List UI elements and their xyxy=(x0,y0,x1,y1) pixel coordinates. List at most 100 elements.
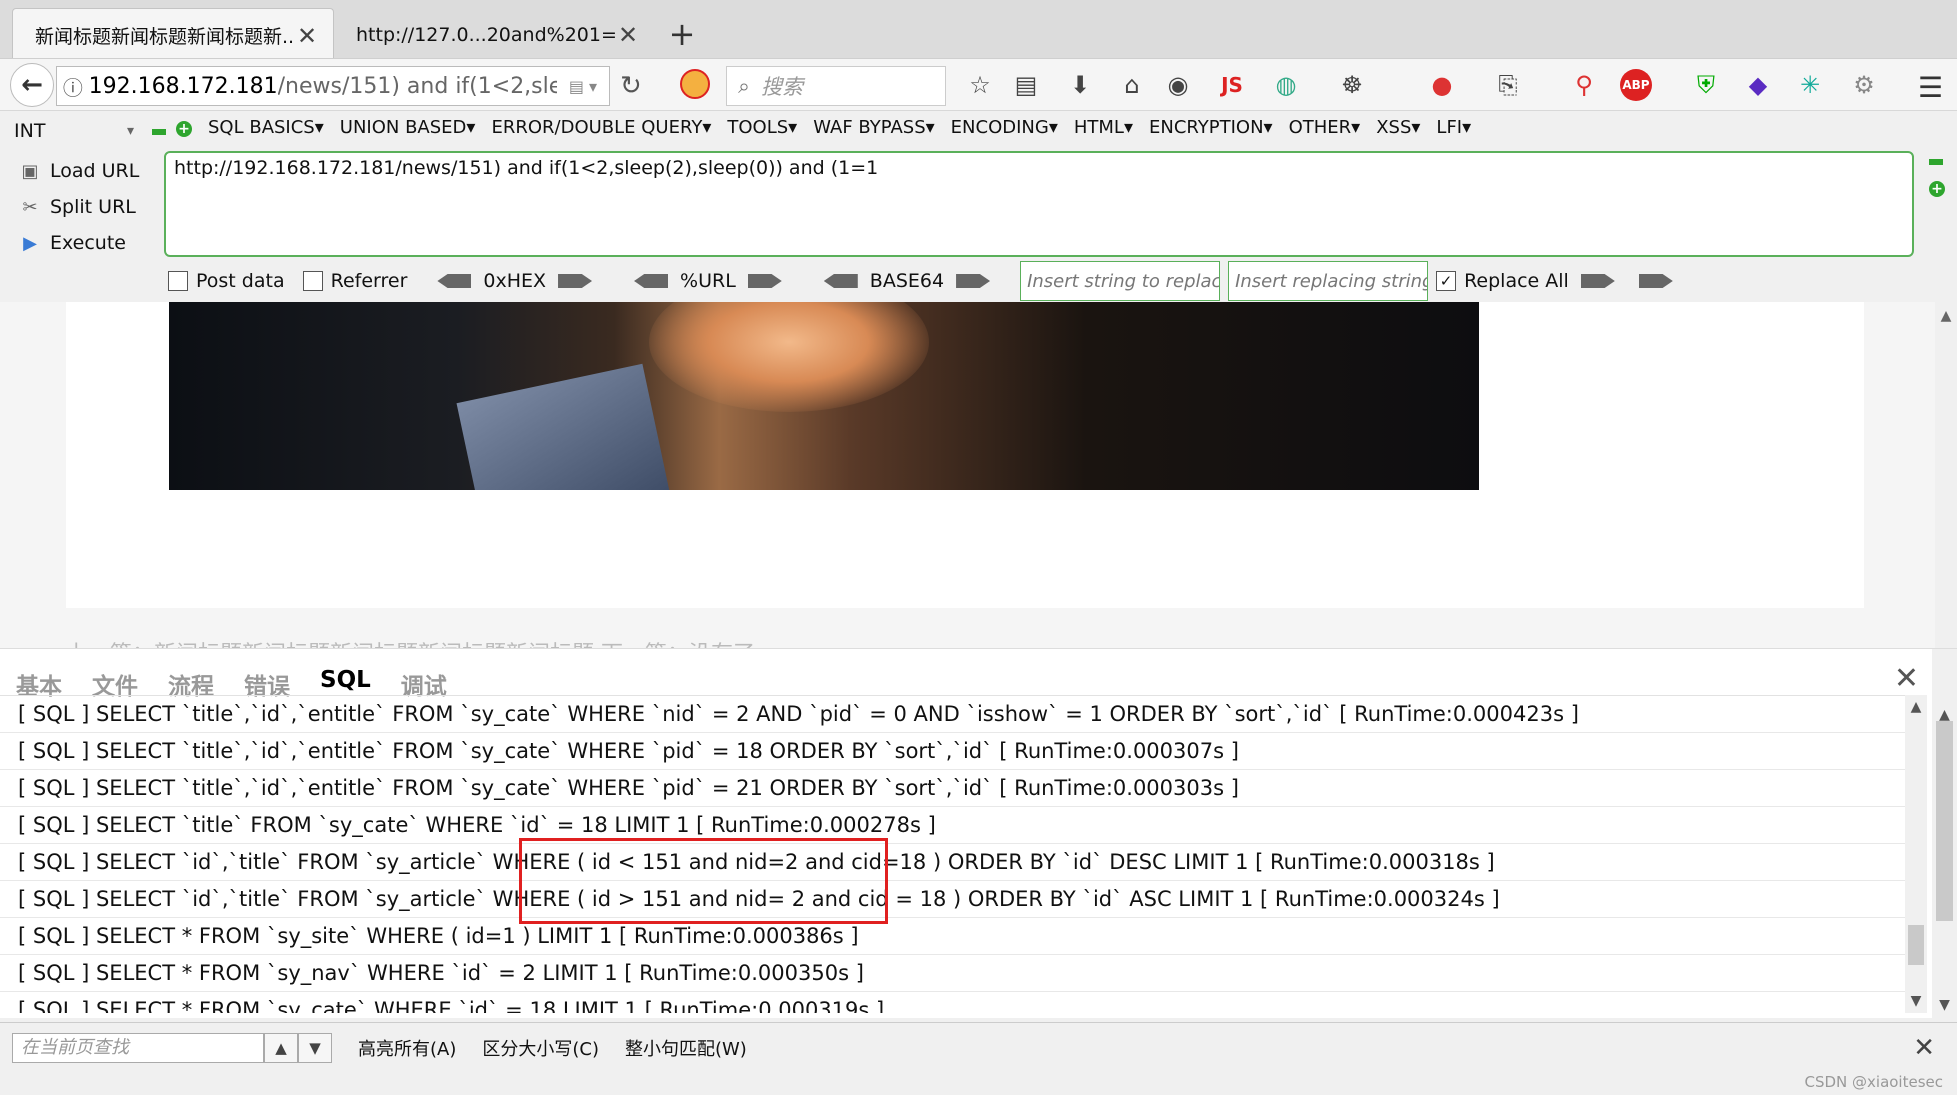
browser-window: 新闻标题新闻标题新闻标题新... ✕ http://127.0...20and%… xyxy=(0,0,1957,1095)
palette-icon[interactable]: ☸ xyxy=(1336,69,1368,101)
menu-html[interactable]: HTML▾ xyxy=(1074,117,1133,138)
back-button[interactable]: ← xyxy=(10,63,54,107)
tab-close-icon[interactable]: ✕ xyxy=(295,22,319,50)
hackbar-menu: SQL BASICS▾ UNION BASED▾ ERROR/DOUBLE QU… xyxy=(208,117,1487,138)
replace-all-checkbox[interactable]: ✓ Replace All xyxy=(1436,270,1685,292)
hex-encode-arrow-icon[interactable] xyxy=(558,274,593,288)
gear-icon[interactable]: ⚙ xyxy=(1848,69,1880,101)
find-next-button[interactable]: ▼ xyxy=(298,1032,332,1063)
zoom-icon[interactable]: ⚲ xyxy=(1568,69,1600,101)
url-encode-arrow-icon[interactable] xyxy=(747,274,782,288)
article-card xyxy=(66,302,1864,608)
chevron-down-icon: ▾ xyxy=(126,123,134,139)
home-icon[interactable]: ⌂ xyxy=(1116,69,1148,101)
tab-strip: 新闻标题新闻标题新闻标题新... ✕ http://127.0...20and%… xyxy=(0,0,1957,62)
checkbox-box[interactable] xyxy=(302,271,323,291)
menu-xss[interactable]: XSS▾ xyxy=(1376,117,1420,138)
expand-icon[interactable]: + xyxy=(1929,181,1945,197)
reading-list-icon[interactable]: ▤ xyxy=(1010,69,1042,101)
replace-right-arrow-icon[interactable] xyxy=(1580,274,1615,288)
base64-encode-arrow-icon[interactable] xyxy=(956,274,991,288)
tab-news[interactable]: 新闻标题新闻标题新闻标题新... ✕ xyxy=(12,8,334,62)
scroll-up-icon[interactable]: ▲ xyxy=(1905,699,1927,715)
menu-encryption[interactable]: ENCRYPTION▾ xyxy=(1149,117,1273,138)
hero-sleeve xyxy=(456,363,672,490)
scroll-thumb[interactable] xyxy=(1936,721,1953,921)
checkbox-box[interactable] xyxy=(168,271,188,291)
menu-union-based[interactable]: UNION BASED▾ xyxy=(340,117,476,138)
scroll-down-icon[interactable]: ▼ xyxy=(1905,993,1927,1009)
base64-decode-arrow-icon[interactable] xyxy=(823,274,858,288)
hex-decode-arrow-icon[interactable] xyxy=(437,274,472,288)
post-data-checkbox[interactable]: Post data xyxy=(168,270,285,292)
article-pagination[interactable]: 上一篇：新闻标题新闻标题新闻标题新闻标题新闻标题 下一篇：没有了 xyxy=(66,636,755,648)
page-outer-scrollbar[interactable]: ▲ ▼ xyxy=(1932,649,1957,1019)
hamburger-menu-icon[interactable]: ☰ xyxy=(1918,71,1943,104)
replace-string-input[interactable]: Insert string to replace xyxy=(1020,261,1221,301)
checkbox-checked[interactable]: ✓ xyxy=(1436,271,1457,291)
trace-close-icon[interactable]: ✕ xyxy=(1894,661,1919,696)
menu-tools[interactable]: TOOLS▾ xyxy=(727,117,797,138)
menu-sql-basics[interactable]: SQL BASICS▾ xyxy=(208,117,324,138)
extension-globe-icon[interactable]: ◍ xyxy=(1270,69,1302,101)
extension-red-icon[interactable]: ● xyxy=(1426,69,1458,101)
execute-button[interactable]: ▶ Execute xyxy=(10,225,160,261)
find-close-icon[interactable]: ✕ xyxy=(1913,1033,1935,1063)
split-url-button[interactable]: ✂ Split URL xyxy=(10,189,160,225)
download-icon[interactable]: ⬇ xyxy=(1064,69,1096,101)
match-case-button[interactable]: 区分大小写(C) xyxy=(482,1035,599,1061)
extension-arrow-icon[interactable]: ✳ xyxy=(1794,69,1826,101)
replace-left-arrow-icon[interactable] xyxy=(1638,274,1673,288)
menu-other[interactable]: OTHER▾ xyxy=(1289,117,1361,138)
shield-icon[interactable]: ⛨ xyxy=(1690,69,1722,101)
find-bar: 在当前页查找 ▲ ▼ 高亮所有(A) 区分大小写(C) 整小句匹配(W) ✕ xyxy=(0,1022,1957,1072)
info-icon[interactable]: ⓘ xyxy=(57,72,89,101)
load-url-button[interactable]: ▣ Load URL xyxy=(10,153,160,189)
scroll-up-icon[interactable]: ▲ xyxy=(1935,308,1957,324)
scroll-thumb[interactable] xyxy=(1908,925,1924,965)
type-select-value: INT xyxy=(14,120,46,142)
url-dropdown-icon[interactable]: ▤ ▾ xyxy=(557,77,609,96)
bookmark-star-icon[interactable]: ☆ xyxy=(964,69,996,101)
noscript-icon[interactable] xyxy=(680,69,710,99)
page-scrollbar[interactable]: ▲ xyxy=(1935,302,1957,648)
menu-waf-bypass[interactable]: WAF BYPASS▾ xyxy=(813,117,934,138)
urlenc-label: %URL xyxy=(680,270,736,292)
tab-localhost[interactable]: http://127.0...20and%201=1 ✕ xyxy=(334,8,654,62)
url-bar[interactable]: ⓘ 192.168.172.181 /news/151) and if(1<2,… xyxy=(56,66,610,106)
hex-label: 0xHEX xyxy=(483,270,547,292)
find-previous-button[interactable]: ▲ xyxy=(264,1032,298,1063)
cube-icon[interactable]: ◆ xyxy=(1742,69,1774,101)
find-input[interactable]: 在当前页查找 xyxy=(12,1032,264,1063)
globe-icon[interactable]: ◉ xyxy=(1162,69,1194,101)
status-bar xyxy=(0,1072,1957,1095)
tab-title: http://127.0...20and%201=1 xyxy=(356,24,616,46)
split-url-label: Split URL xyxy=(50,196,136,218)
js-icon[interactable]: JS xyxy=(1216,69,1248,101)
referrer-checkbox[interactable]: Referrer xyxy=(302,270,407,292)
decrease-icon[interactable] xyxy=(152,129,166,135)
menu-encoding[interactable]: ENCODING▾ xyxy=(951,117,1058,138)
new-tab-button[interactable]: + xyxy=(662,12,702,56)
menu-lfi[interactable]: LFI▾ xyxy=(1436,117,1471,138)
trace-scrollbar[interactable]: ▲ ▼ xyxy=(1905,695,1927,1013)
scroll-down-icon[interactable]: ▼ xyxy=(1932,997,1957,1013)
sql-row: [ SQL ] SELECT `title`,`id`,`entitle` FR… xyxy=(0,770,1905,807)
search-box[interactable]: ⌕ 搜索 xyxy=(726,66,946,106)
shrink-icon[interactable] xyxy=(1929,159,1943,165)
post-data-label: Post data xyxy=(196,270,285,292)
share-icon[interactable]: ⎘ xyxy=(1492,69,1524,101)
adblock-icon[interactable]: ABP xyxy=(1620,69,1652,101)
whole-words-button[interactable]: 整小句匹配(W) xyxy=(625,1035,747,1061)
back-arrow-icon: ← xyxy=(21,70,43,100)
reload-icon[interactable]: ↻ xyxy=(620,71,642,101)
type-select[interactable]: INT ▾ xyxy=(8,117,138,145)
url-textarea[interactable]: http://192.168.172.181/news/151) and if(… xyxy=(164,151,1914,257)
menu-error-double-query[interactable]: ERROR/DOUBLE QUERY▾ xyxy=(491,117,711,138)
base64-encoder: BASE64 xyxy=(812,270,1002,292)
replacing-string-input[interactable]: Insert replacing string xyxy=(1228,261,1429,301)
tab-close-icon[interactable]: ✕ xyxy=(616,21,640,49)
highlight-all-button[interactable]: 高亮所有(A) xyxy=(358,1035,456,1061)
increase-icon[interactable]: + xyxy=(176,121,192,137)
url-decode-arrow-icon[interactable] xyxy=(634,274,669,288)
